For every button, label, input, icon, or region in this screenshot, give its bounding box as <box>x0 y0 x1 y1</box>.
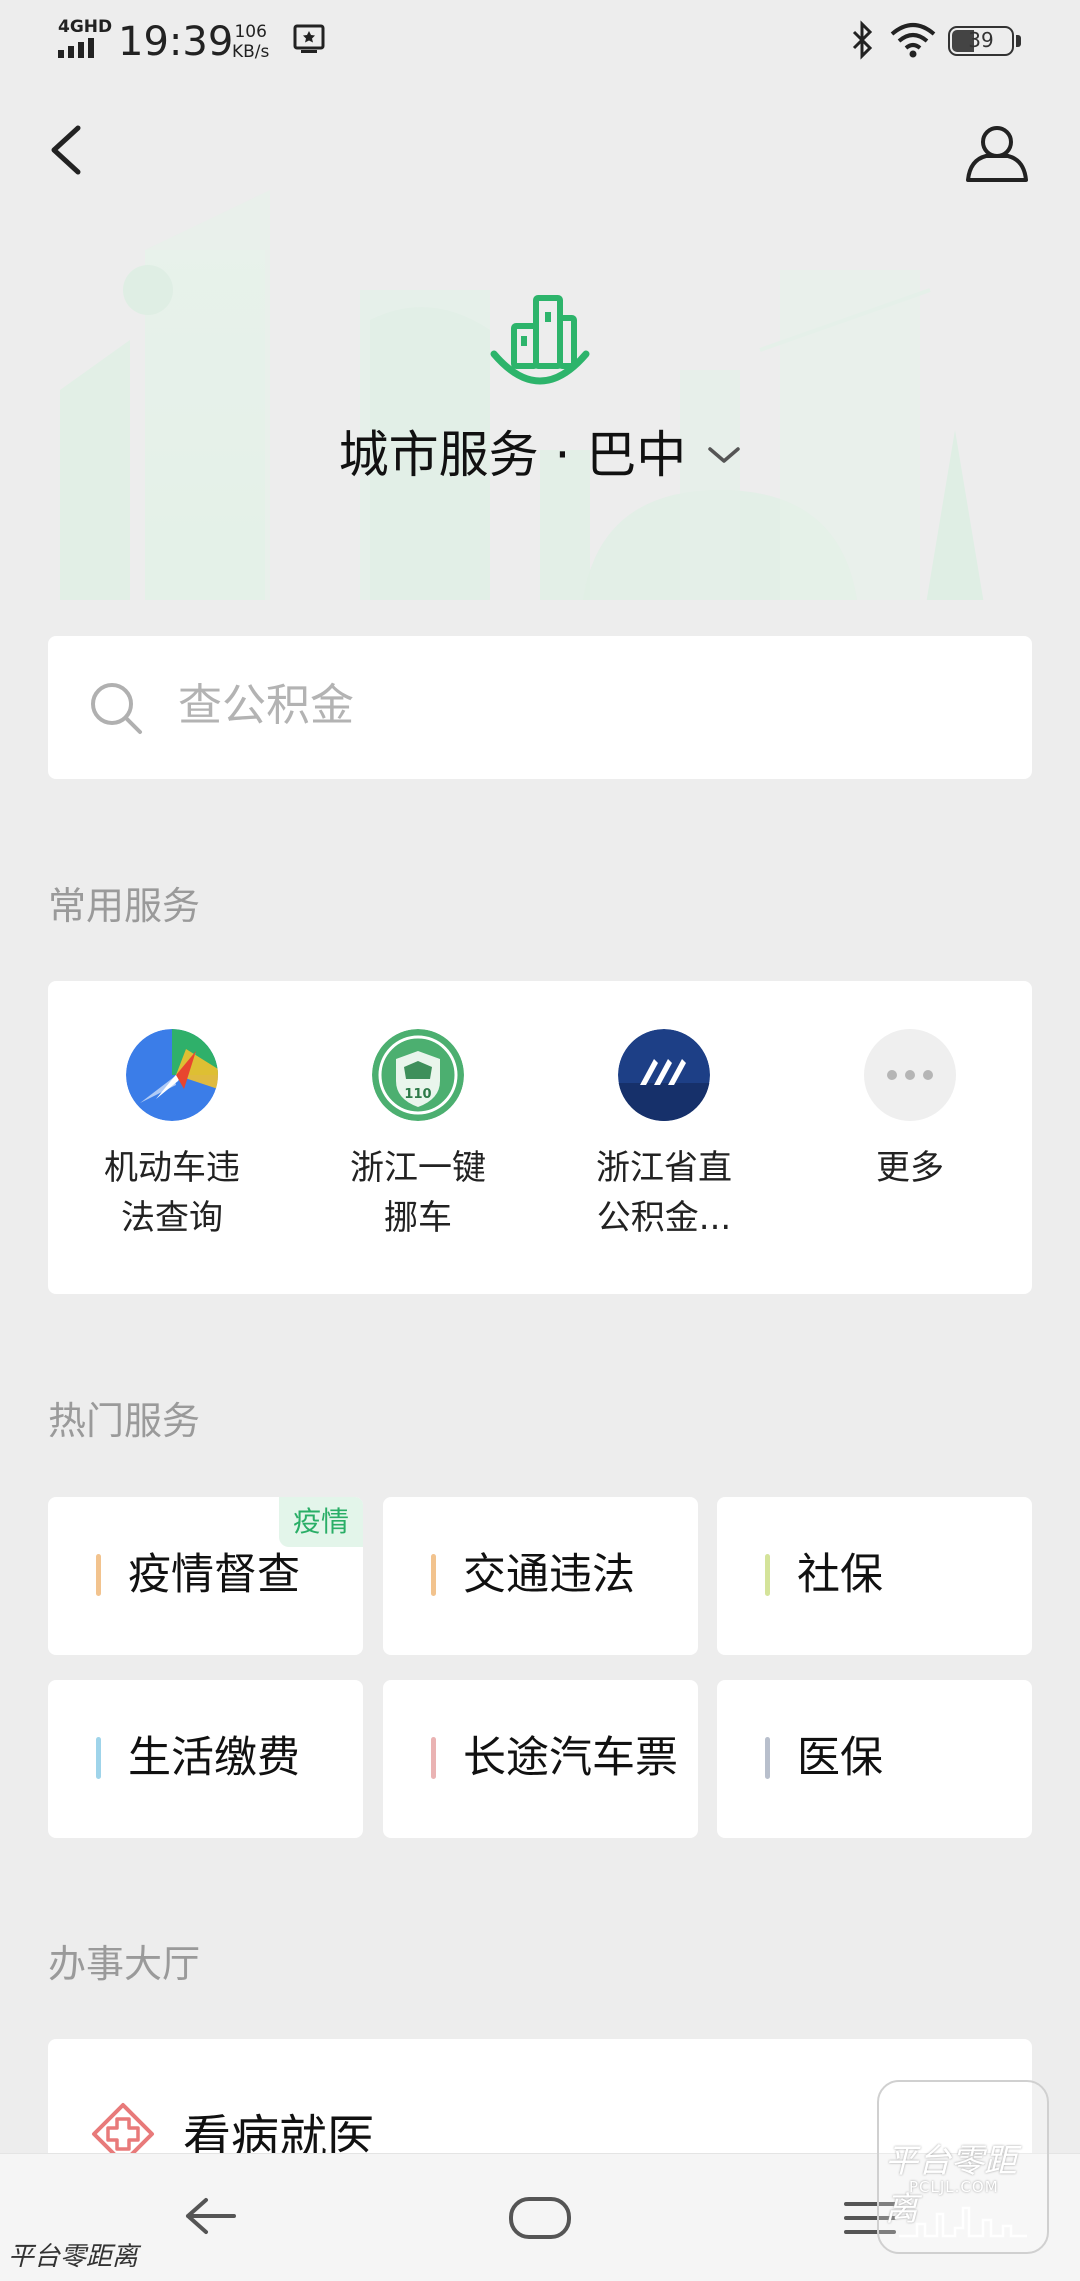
signal-icon <box>58 38 94 58</box>
hot-item-label: 社保 <box>797 1550 883 1600</box>
color-bar <box>765 1554 770 1596</box>
chevron-down-icon <box>708 447 741 463</box>
service-more[interactable]: 更多 <box>805 1029 1015 1193</box>
city-selector[interactable]: 城市服务 · 巴中 <box>0 420 1080 490</box>
color-bar <box>431 1737 436 1779</box>
service-label: 浙江省直 公积金... <box>596 1148 732 1238</box>
battery-percent: 39 <box>968 28 994 52</box>
nav-home-icon[interactable] <box>508 2196 572 2240</box>
hot-item-label: 生活缴费 <box>128 1733 300 1783</box>
hot-item-label: 医保 <box>797 1733 883 1783</box>
service-housing-fund[interactable]: 浙江省直 公积金... <box>559 1029 769 1243</box>
page-title: 城市服务 · 巴中 <box>338 426 687 484</box>
hot-item-medical-insurance[interactable]: 医保 <box>717 1680 1032 1838</box>
wifi-icon <box>890 23 936 58</box>
color-bar <box>765 1737 770 1779</box>
housing-fund-icon <box>618 1029 710 1121</box>
service-label: 更多 <box>876 1148 944 1188</box>
nav-back-icon[interactable] <box>180 2186 240 2246</box>
network-speed: 106 KB/s <box>232 22 269 62</box>
city-buildings-icon <box>490 295 590 385</box>
hot-item-label: 交通违法 <box>463 1550 635 1600</box>
hot-item-social-security[interactable]: 社保 <box>717 1497 1032 1655</box>
hot-item-traffic-violation[interactable]: 交通违法 <box>383 1497 698 1655</box>
color-bar <box>96 1737 101 1779</box>
service-move-car[interactable]: 110 浙江一键 挪车 <box>313 1029 523 1243</box>
speed-value: 106 <box>234 22 267 42</box>
hot-item-label: 疫情督查 <box>128 1550 300 1600</box>
service-vehicle-violation[interactable]: 机动车违 法查询 <box>67 1029 277 1243</box>
battery-icon: 39 <box>948 26 1014 56</box>
search-input[interactable]: 查公积金 <box>48 636 1032 779</box>
police-110-icon: 110 <box>372 1029 464 1121</box>
hot-item-label: 长途汽车票 <box>463 1733 678 1783</box>
user-profile-icon[interactable] <box>962 118 1032 188</box>
section-title-hot: 热门服务 <box>48 1399 201 1443</box>
epidemic-tag-badge: 疫情 <box>278 1497 363 1547</box>
section-title-hall: 办事大厅 <box>48 1942 201 1986</box>
status-bar: 4GHD 19:39 106 KB/s 39 <box>0 0 1080 90</box>
search-placeholder: 查公积金 <box>178 680 354 731</box>
back-button[interactable] <box>40 120 100 180</box>
notification-image-icon <box>293 24 325 53</box>
status-time: 19:39 <box>118 19 234 65</box>
watermark-text: 平台零距离 <box>8 2242 139 2272</box>
bluetooth-icon <box>852 20 873 60</box>
section-title-common: 常用服务 <box>48 884 201 928</box>
svg-text:110: 110 <box>404 1087 431 1102</box>
service-label: 浙江一键 挪车 <box>350 1148 486 1238</box>
common-services-card: 机动车违 法查询 110 浙江一键 挪车 浙江省直 公积金... 更多 <box>48 981 1032 1294</box>
service-label: 机动车违 法查询 <box>104 1148 240 1238</box>
hot-item-utility-payment[interactable]: 生活缴费 <box>48 1680 363 1838</box>
more-dots-icon <box>864 1029 956 1121</box>
hot-item-epidemic[interactable]: 疫情督查 疫情 <box>48 1497 363 1655</box>
speed-unit: KB/s <box>232 42 270 62</box>
search-icon <box>91 683 142 734</box>
watermark-logo: 平台零距离 PCLJL.COM <box>877 2080 1049 2254</box>
battery-tip <box>1016 35 1021 47</box>
color-bar <box>431 1554 436 1596</box>
watermark-skyline <box>899 2206 1027 2238</box>
network-type: 4GHD <box>58 17 113 37</box>
color-bar <box>96 1554 101 1596</box>
hot-item-bus-ticket[interactable]: 长途汽车票 <box>383 1680 698 1838</box>
map-navigation-icon <box>126 1029 218 1121</box>
